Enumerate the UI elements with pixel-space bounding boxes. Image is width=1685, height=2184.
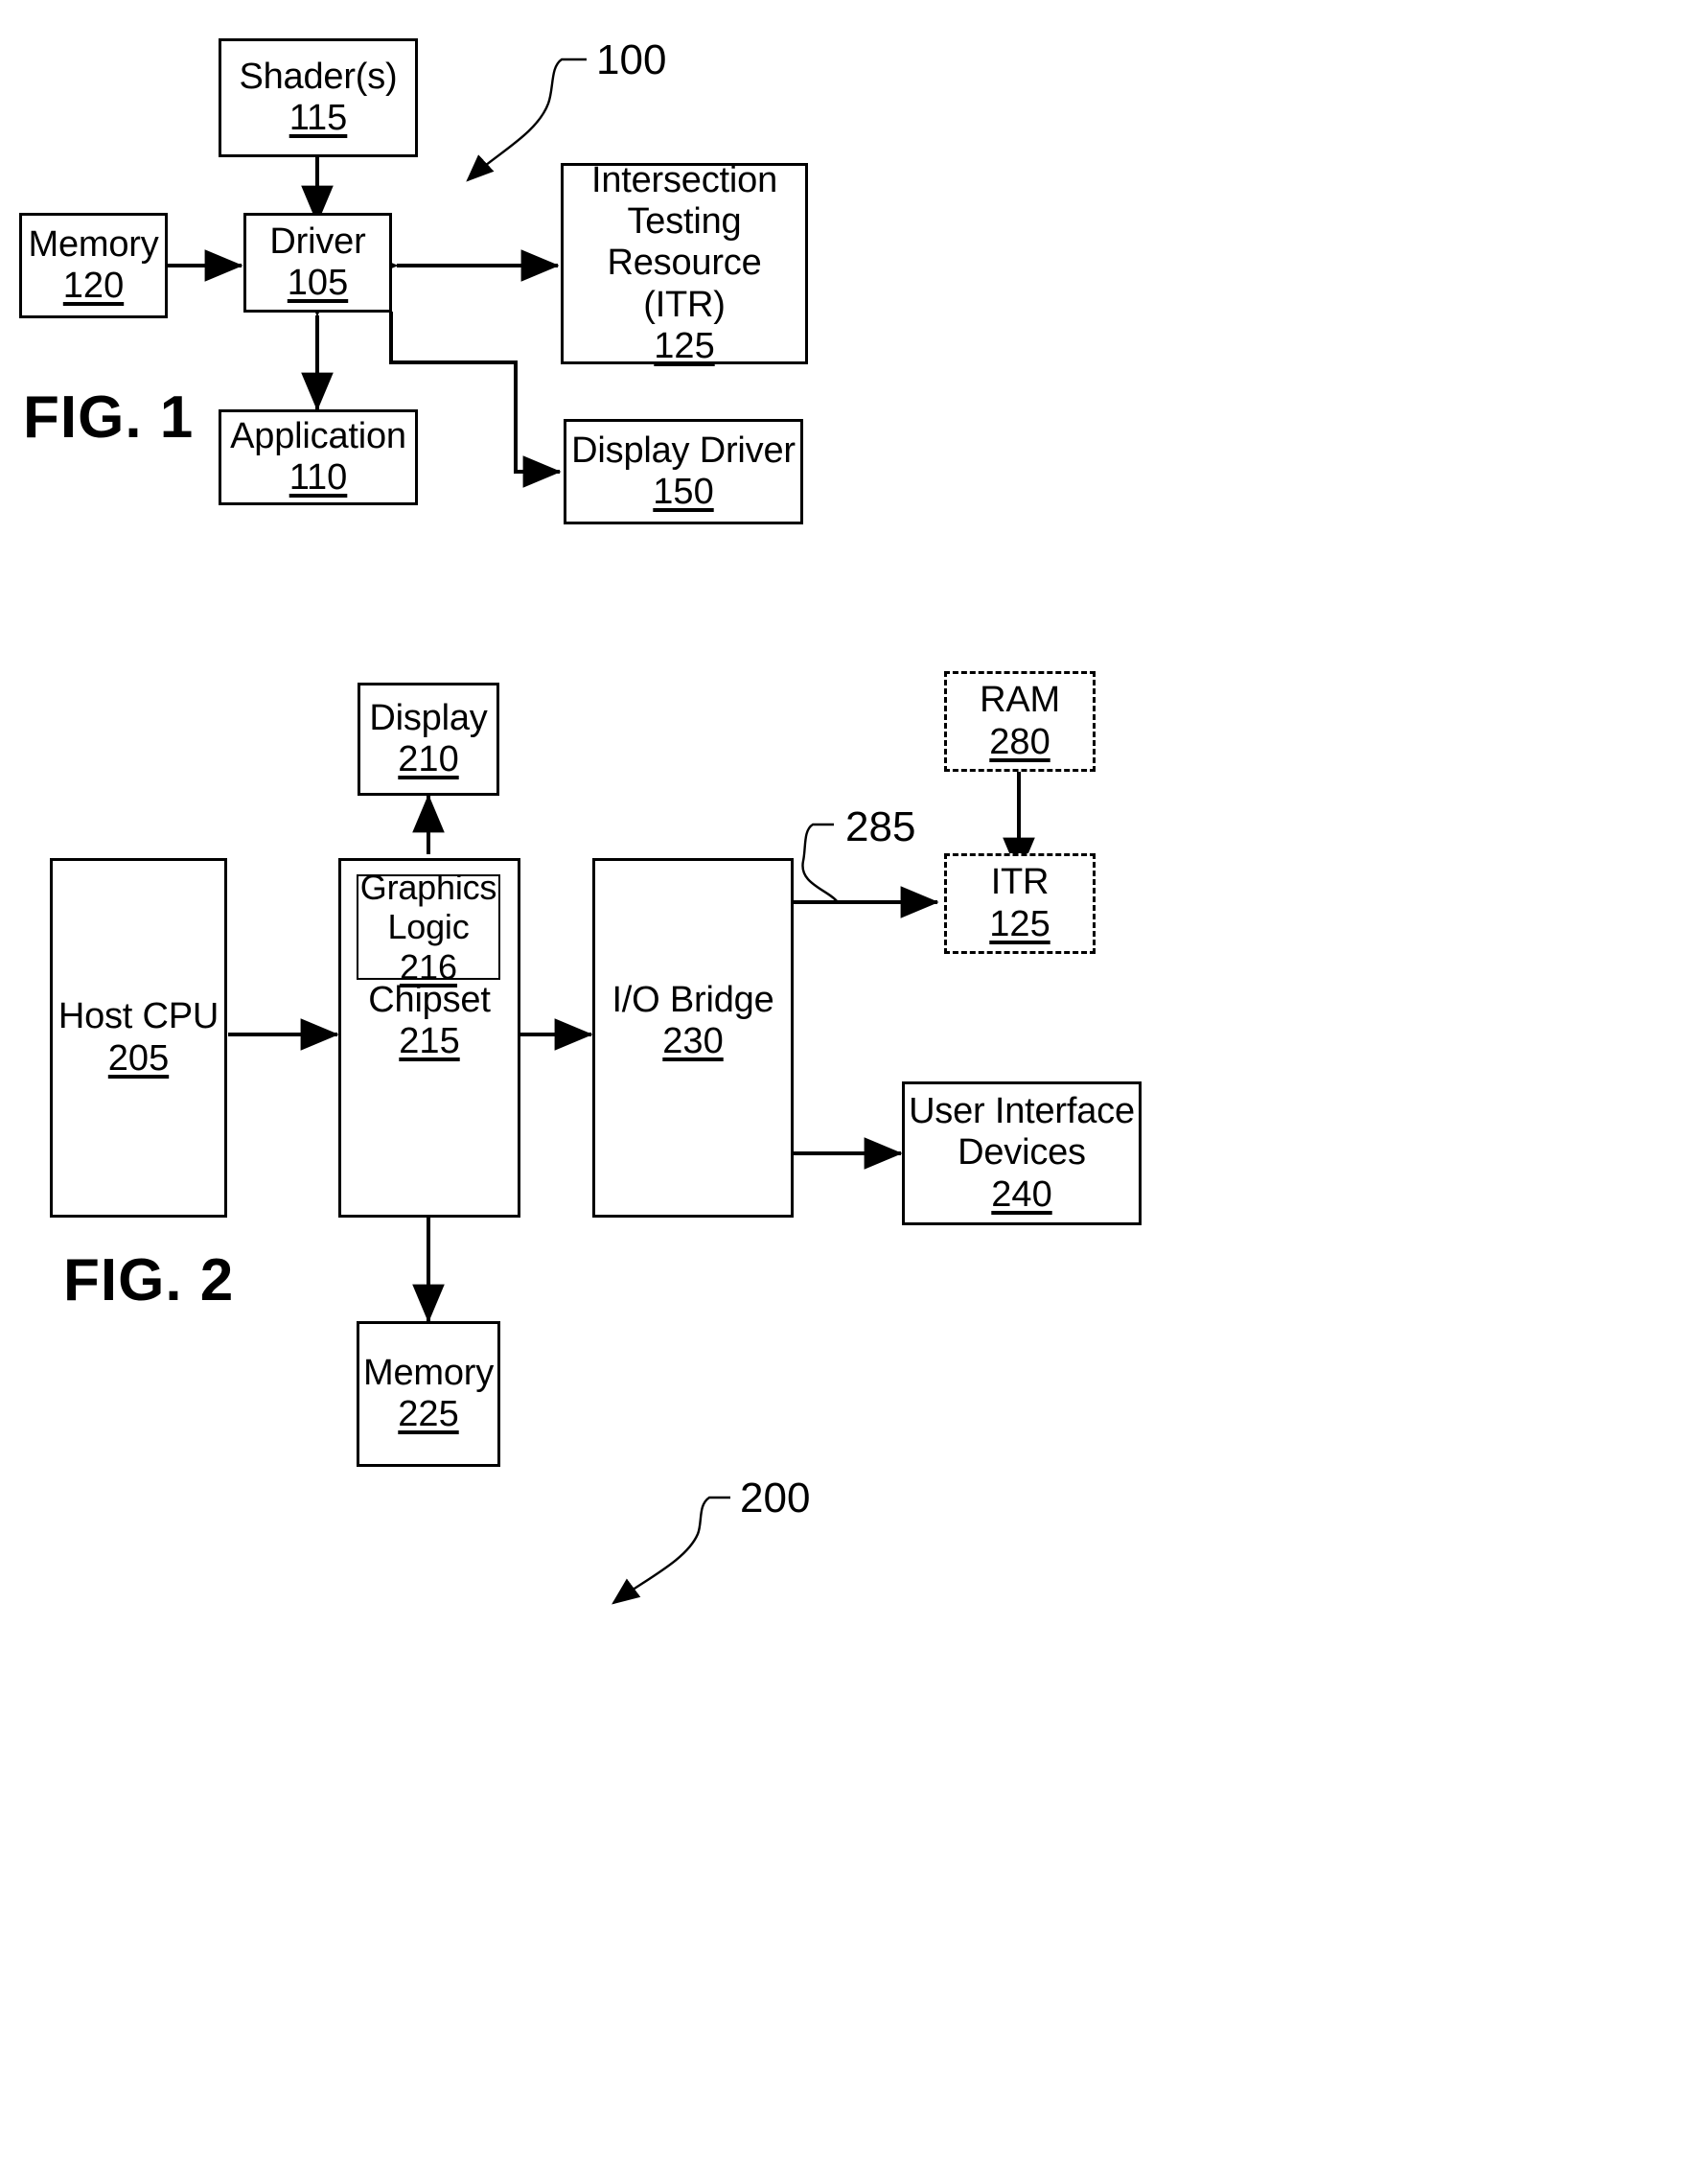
lead-number-285: 285 — [845, 803, 916, 850]
node-ui-devices: User Interface Devices 240 — [902, 1081, 1142, 1225]
node-shaders-ref: 115 — [289, 98, 348, 138]
lead-number-100: 100 — [596, 36, 667, 83]
node-memory-225: Memory 225 — [357, 1321, 500, 1467]
node-display-210-label: Display — [369, 697, 488, 738]
node-itr-125-fig2: ITR 125 — [944, 853, 1096, 954]
node-shaders: Shader(s) 115 — [219, 38, 418, 157]
node-itr-125-label: Intersection Testing Resource (ITR) — [590, 159, 778, 325]
node-io-bridge-ref: 230 — [662, 1021, 724, 1062]
node-ram-280-ref: 280 — [989, 721, 1050, 762]
node-display-210: Display 210 — [358, 683, 499, 796]
node-host-cpu: Host CPU 205 — [50, 858, 227, 1218]
node-graphics-logic-ref: 216 — [399, 946, 458, 987]
node-application-ref: 110 — [289, 457, 348, 498]
lead-line-200 — [612, 1496, 730, 1605]
node-ram-280: RAM 280 — [944, 671, 1096, 772]
lead-number-200: 200 — [740, 1475, 811, 1522]
node-ui-devices-label: User Interface Devices — [909, 1091, 1135, 1173]
lead-line-285 — [801, 823, 839, 903]
node-itr-125-fig2-ref: 125 — [989, 903, 1050, 944]
node-memory-120-label: Memory — [28, 223, 159, 265]
connector-layer — [129, 58, 1035, 1605]
node-graphics-logic-label: Graphics Logic — [359, 868, 497, 947]
node-io-bridge: I/O Bridge 230 — [592, 858, 794, 1218]
node-memory-225-ref: 225 — [398, 1394, 459, 1434]
node-graphics-logic: Graphics Logic 216 — [357, 868, 500, 987]
node-display-driver-label: Display Driver — [571, 430, 796, 471]
figure-title-1: FIG. 1 — [23, 384, 195, 451]
node-application-label: Application — [230, 415, 406, 456]
node-host-cpu-label: Host CPU — [58, 996, 219, 1037]
node-ram-280-label: RAM — [980, 680, 1060, 721]
node-shaders-label: Shader(s) — [239, 56, 398, 97]
figure-title-2: FIG. 2 — [63, 1247, 235, 1313]
node-memory-120: Memory 120 — [19, 213, 168, 318]
patent-figure-sheet: Shader(s) 115 Memory 120 Driver 105 Inte… — [0, 0, 1685, 2184]
node-driver: Driver 105 — [243, 213, 392, 313]
node-chipset-ref: 215 — [399, 1021, 460, 1062]
node-memory-120-ref: 120 — [62, 266, 125, 306]
node-itr-125-ref: 125 — [654, 325, 715, 366]
node-driver-ref: 105 — [287, 263, 349, 303]
node-ui-devices-ref: 240 — [991, 1173, 1052, 1215]
node-itr-125-fig2-label: ITR — [990, 862, 1050, 903]
node-driver-label: Driver — [269, 221, 366, 262]
node-memory-225-label: Memory — [362, 1352, 495, 1393]
node-display-210-ref: 210 — [398, 739, 459, 779]
node-host-cpu-ref: 205 — [107, 1037, 170, 1079]
node-application: Application 110 — [219, 409, 418, 505]
node-io-bridge-label: I/O Bridge — [612, 980, 774, 1020]
node-display-driver-ref: 150 — [653, 472, 714, 512]
node-itr-125: Intersection Testing Resource (ITR) 125 — [561, 159, 808, 366]
node-display-driver: Display Driver 150 — [564, 419, 803, 524]
